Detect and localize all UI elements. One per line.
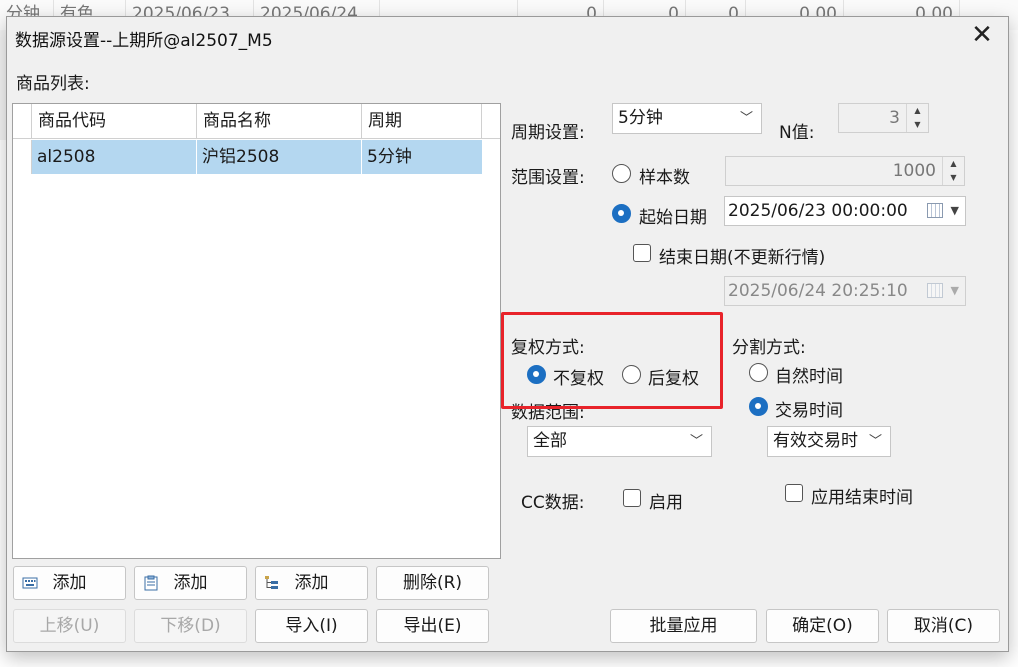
spin-down-icon[interactable]: ▼ [943, 171, 964, 185]
data-range-value: 全部 [533, 431, 567, 451]
period-value: 5分钟 [618, 108, 663, 128]
batch-apply-button[interactable]: 批量应用 [610, 609, 757, 643]
spin-buttons[interactable]: ▲ ▼ [942, 157, 964, 185]
table-row[interactable]: al2508 沪铝2508 5分钟 [32, 140, 482, 174]
apply-end-time-label: 应用结束时间 [811, 488, 913, 508]
period-select[interactable]: 5分钟 ﹀ [612, 103, 762, 134]
dropdown-arrow-icon[interactable]: ▼ [951, 197, 959, 225]
add-keyboard-button[interactable]: 添加 [13, 566, 126, 600]
chevron-down-icon: ﹀ [739, 111, 753, 126]
column-header-name[interactable]: 商品名称 [197, 104, 362, 139]
table-header: 商品代码 商品名称 周期 [13, 104, 500, 139]
start-date-picker[interactable]: 2025/06/23 00:00:00 ▼ [724, 196, 966, 226]
trading-time-label: 交易时间 [775, 401, 843, 421]
natural-time-label: 自然时间 [775, 367, 843, 387]
cell-code: al2508 [32, 140, 197, 174]
end-date-checkbox[interactable] [633, 244, 651, 262]
sample-count-stepper[interactable]: 1000 ▲ ▼ [725, 156, 965, 186]
tree-list-icon [265, 576, 278, 589]
period-label: 周期设置: [511, 123, 585, 143]
spin-down-icon[interactable]: ▼ [907, 118, 928, 132]
product-table[interactable]: 商品代码 商品名称 周期 al2508 沪铝2508 5分钟 [12, 103, 501, 559]
move-down-button[interactable]: 下移(D) [134, 609, 247, 643]
end-date-label: 结束日期(不更新行情) [659, 248, 826, 268]
start-date-radio[interactable] [612, 204, 631, 223]
trading-time-radio[interactable] [749, 397, 768, 416]
sample-count-radio[interactable] [612, 164, 631, 183]
add-clipboard-button[interactable]: 添加 [134, 566, 247, 600]
start-date-label: 起始日期 [639, 208, 707, 228]
clipboard-icon [144, 575, 158, 591]
move-up-button[interactable]: 上移(U) [13, 609, 126, 643]
export-button[interactable]: 导出(E) [376, 609, 489, 643]
product-list-label: 商品列表: [16, 74, 90, 94]
delete-button[interactable]: 删除(R) [376, 566, 489, 600]
trading-time-value: 有效交易时 [773, 431, 858, 451]
end-date-value: 2025/06/24 20:25:10 [728, 281, 908, 301]
trading-time-select[interactable]: 有效交易时 ﹀ [767, 426, 891, 457]
dropdown-arrow-icon[interactable]: ▼ [951, 277, 959, 305]
cancel-button[interactable]: 取消(C) [887, 609, 1000, 643]
import-button[interactable]: 导入(I) [255, 609, 368, 643]
add-button-label: 添加 [173, 573, 208, 593]
n-value-stepper[interactable]: 3 ▲ ▼ [838, 103, 929, 133]
calendar-icon[interactable] [927, 203, 943, 218]
spin-up-icon[interactable]: ▲ [907, 104, 928, 118]
range-label: 范围设置: [511, 168, 585, 188]
column-header-period[interactable]: 周期 [362, 104, 482, 139]
sample-count-value: 1000 [892, 161, 936, 181]
natural-time-radio[interactable] [749, 363, 768, 382]
title-bar: 数据源设置--上期所@al2507_M5 ✕ [7, 17, 1008, 59]
spin-buttons[interactable]: ▲ ▼ [906, 104, 928, 132]
start-date-value: 2025/06/23 00:00:00 [728, 201, 908, 221]
keyboard-icon [22, 577, 38, 589]
ok-button[interactable]: 确定(O) [766, 609, 879, 643]
cc-enable-label: 启用 [649, 493, 683, 513]
spin-up-icon[interactable]: ▲ [943, 157, 964, 171]
cell-name: 沪铝2508 [197, 140, 362, 174]
n-value: 3 [889, 108, 900, 128]
data-source-dialog: 数据源设置--上期所@al2507_M5 ✕ 商品列表: 商品代码 商品名称 周… [6, 16, 1009, 652]
n-value-label: N值: [779, 123, 815, 143]
data-range-select[interactable]: 全部 ﹀ [527, 426, 712, 457]
row-header[interactable] [13, 140, 32, 174]
highlight-box [501, 312, 723, 409]
dialog-title: 数据源设置--上期所@al2507_M5 [15, 31, 273, 51]
add-button-label: 添加 [52, 573, 87, 593]
close-icon[interactable]: ✕ [970, 22, 994, 48]
calendar-icon[interactable] [927, 283, 943, 298]
cc-data-label: CC数据: [521, 493, 585, 513]
cell-period: 5分钟 [367, 147, 412, 167]
end-date-picker[interactable]: 2025/06/24 20:25:10 ▼ [724, 276, 966, 306]
sample-count-label: 样本数 [639, 168, 690, 188]
add-tree-button[interactable]: 添加 [255, 566, 368, 600]
chevron-down-icon: ﹀ [868, 434, 882, 449]
apply-end-time-checkbox[interactable] [785, 484, 803, 502]
cc-enable-checkbox[interactable] [623, 489, 641, 507]
split-label: 分割方式: [732, 338, 806, 358]
row-header-corner [13, 104, 32, 139]
add-button-label: 添加 [294, 573, 329, 593]
chevron-down-icon: ﹀ [689, 434, 703, 449]
column-header-code[interactable]: 商品代码 [32, 104, 197, 139]
